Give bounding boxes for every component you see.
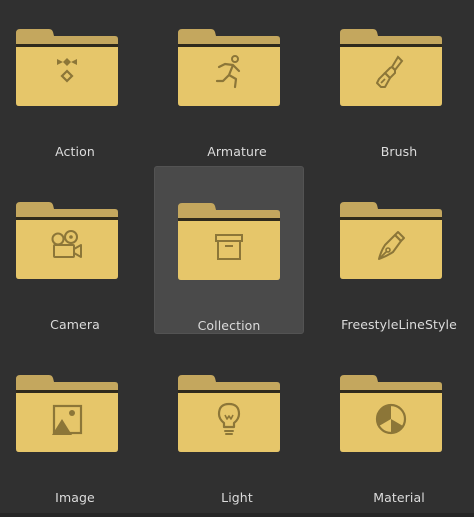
bottom-edge-strip <box>0 513 474 517</box>
freestyle-linestyle-icon <box>378 231 405 260</box>
folder-tile-brush[interactable]: Brush <box>324 0 474 168</box>
folder-icon <box>15 27 119 107</box>
folder-icon <box>15 373 119 453</box>
folder-label: Camera <box>50 317 100 332</box>
folder-tile-material[interactable]: Material <box>324 346 474 514</box>
folder-tile-freestyle-linestyle[interactable]: FreestyleLineStyle <box>324 173 474 341</box>
material-icon <box>375 403 407 435</box>
folder-tile-light[interactable]: Light <box>162 346 312 514</box>
collection-icon <box>215 234 243 260</box>
folder-icon <box>339 27 443 107</box>
folder-label: Light <box>221 490 253 505</box>
folder-icon <box>177 27 281 107</box>
folder-label: Collection <box>197 318 261 333</box>
image-icon <box>52 404 83 435</box>
folder-label: Action <box>55 144 95 159</box>
folder-tile-collection[interactable]: Collection <box>154 166 304 334</box>
folder-label: Image <box>55 490 95 505</box>
action-icon <box>57 58 77 83</box>
folder-label: FreestyleLineStyle <box>341 317 457 332</box>
folder-icon <box>177 201 281 281</box>
folder-label: Brush <box>380 144 418 159</box>
folder-tile-camera[interactable]: Camera <box>0 173 150 341</box>
folder-tile-action[interactable]: Action <box>0 0 150 168</box>
folder-tile-armature[interactable]: Armature <box>162 0 312 168</box>
folder-icon <box>339 200 443 280</box>
folder-icon <box>339 373 443 453</box>
folder-icon <box>177 373 281 453</box>
folder-label: Material <box>373 490 425 505</box>
asset-browser-grid: Action Armature Brush Camera Collection … <box>0 0 474 517</box>
light-icon <box>217 402 241 435</box>
camera-icon <box>51 230 82 258</box>
armature-icon <box>215 55 241 89</box>
folder-label: Armature <box>207 144 267 159</box>
folder-tile-image[interactable]: Image <box>0 346 150 514</box>
folder-icon <box>15 200 119 280</box>
brush-icon <box>376 55 404 88</box>
